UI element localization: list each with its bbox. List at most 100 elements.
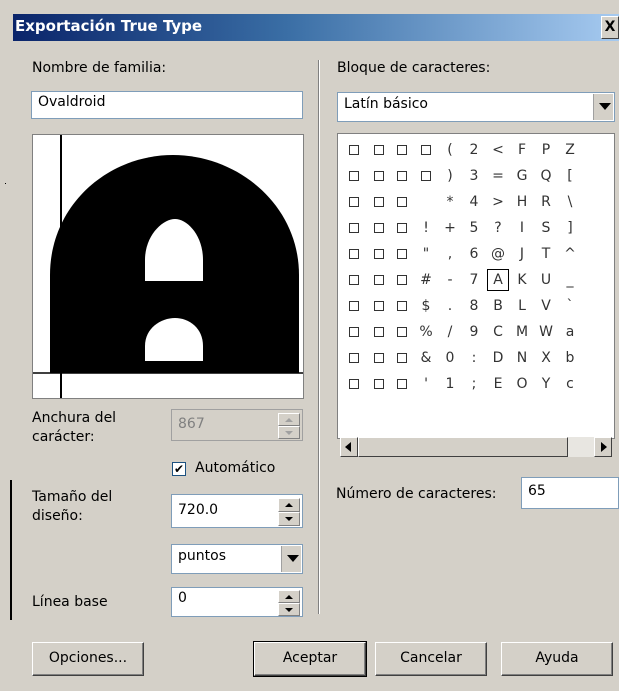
char-cell[interactable]: 3 — [462, 164, 486, 188]
char-cell[interactable] — [367, 242, 391, 266]
char-cell[interactable]: J — [510, 242, 534, 266]
char-cell[interactable]: L — [510, 294, 534, 318]
char-cell[interactable] — [342, 190, 366, 214]
char-cell[interactable]: : — [462, 346, 486, 370]
scroll-left-icon[interactable] — [340, 437, 358, 457]
scrollbar-thumb[interactable] — [358, 437, 568, 457]
char-cell[interactable] — [342, 138, 366, 162]
scroll-right-icon[interactable] — [594, 437, 612, 457]
char-cell[interactable]: % — [414, 320, 438, 344]
char-cell[interactable] — [342, 268, 366, 292]
char-cell[interactable]: # — [414, 268, 438, 292]
char-cell[interactable] — [390, 294, 414, 318]
char-cell[interactable]: * — [438, 190, 462, 214]
char-cell[interactable]: P — [534, 138, 558, 162]
char-cell[interactable]: + — [438, 216, 462, 240]
cancel-button[interactable]: Cancelar — [375, 642, 487, 676]
char-cell[interactable]: 8 — [462, 294, 486, 318]
baseline-spinner[interactable] — [278, 590, 300, 616]
char-cell[interactable]: ? — [486, 216, 510, 240]
char-cell[interactable]: ! — [414, 216, 438, 240]
dropdown-arrow-icon[interactable] — [593, 94, 613, 120]
char-cell[interactable]: H — [510, 190, 534, 214]
char-count-input[interactable]: 65 — [521, 477, 619, 509]
char-cell[interactable] — [342, 164, 366, 188]
char-cell[interactable]: 9 — [462, 320, 486, 344]
family-name-input[interactable]: Ovaldroid — [31, 91, 303, 119]
char-cell[interactable]: 2 — [462, 138, 486, 162]
char-cell[interactable]: I — [510, 216, 534, 240]
char-cell[interactable]: 6 — [462, 242, 486, 266]
char-cell[interactable] — [342, 346, 366, 370]
char-cell[interactable]: @ — [486, 242, 510, 266]
char-cell[interactable]: ; — [462, 372, 486, 396]
char-cell[interactable]: Z — [558, 138, 582, 162]
char-cell[interactable]: b — [558, 346, 582, 370]
char-cell[interactable]: U — [534, 268, 558, 292]
char-cell[interactable]: D — [486, 346, 510, 370]
char-cell[interactable]: O — [510, 372, 534, 396]
char-cell[interactable]: W — [534, 320, 558, 344]
char-cell[interactable]: [ — [558, 164, 582, 188]
dropdown-arrow-icon[interactable] — [281, 546, 301, 572]
char-cell[interactable] — [390, 268, 414, 292]
char-cell[interactable]: < — [486, 138, 510, 162]
char-cell[interactable] — [367, 320, 391, 344]
char-cell[interactable] — [342, 242, 366, 266]
char-cell[interactable]: ) — [438, 164, 462, 188]
char-cell[interactable] — [390, 242, 414, 266]
char-cell[interactable]: " — [414, 242, 438, 266]
char-cell[interactable] — [390, 372, 414, 396]
auto-checkbox[interactable]: ✔ — [172, 462, 186, 476]
char-cell[interactable] — [342, 372, 366, 396]
char-cell[interactable]: Q — [534, 164, 558, 188]
char-cell[interactable]: 4 — [462, 190, 486, 214]
char-cell[interactable]: M — [510, 320, 534, 344]
spin-up-icon[interactable] — [278, 498, 300, 512]
char-cell[interactable]: $ — [414, 294, 438, 318]
char-cell[interactable] — [367, 216, 391, 240]
spin-down-icon[interactable] — [278, 512, 300, 526]
char-cell[interactable]: K — [510, 268, 534, 292]
char-cell[interactable]: / — [438, 320, 462, 344]
char-cell[interactable]: a — [558, 320, 582, 344]
char-width-spinner[interactable] — [278, 413, 300, 439]
spin-up-icon[interactable] — [278, 590, 300, 603]
char-cell[interactable]: 0 — [438, 346, 462, 370]
ok-button[interactable]: Aceptar — [253, 641, 367, 677]
char-cell[interactable] — [367, 138, 391, 162]
char-cell[interactable] — [414, 190, 438, 214]
char-cell[interactable]: \ — [558, 190, 582, 214]
char-cell[interactable] — [342, 216, 366, 240]
char-cell[interactable] — [342, 294, 366, 318]
units-select[interactable]: puntos — [171, 544, 303, 574]
char-cell[interactable]: , — [438, 242, 462, 266]
char-cell[interactable]: F — [510, 138, 534, 162]
char-cell[interactable]: ^ — [558, 242, 582, 266]
char-cell[interactable]: ` — [558, 294, 582, 318]
char-cell[interactable]: ( — [438, 138, 462, 162]
char-cell[interactable]: B — [486, 294, 510, 318]
char-cell[interactable] — [342, 320, 366, 344]
char-cell[interactable]: R — [534, 190, 558, 214]
char-cell[interactable]: > — [486, 190, 510, 214]
char-cell[interactable] — [414, 138, 438, 162]
char-cell[interactable]: V — [534, 294, 558, 318]
char-cell[interactable]: ' — [414, 372, 438, 396]
char-cell[interactable] — [367, 268, 391, 292]
char-cell[interactable] — [390, 164, 414, 188]
design-size-spinner[interactable] — [278, 498, 300, 526]
character-grid[interactable]: ! " # $% & ' () * +, -./0 1 2 3 4 5 6 7 8 9:; < = >? @ A B C D E F G H… — [337, 133, 615, 439]
char-cell[interactable]: G — [510, 164, 534, 188]
char-cell[interactable] — [367, 372, 391, 396]
char-cell[interactable]: Y — [534, 372, 558, 396]
char-cell[interactable] — [367, 346, 391, 370]
spin-down-icon[interactable] — [278, 426, 300, 439]
char-cell[interactable]: 5 — [462, 216, 486, 240]
char-cell[interactable]: 7 — [462, 268, 486, 292]
char-cell[interactable] — [390, 346, 414, 370]
char-cell[interactable] — [390, 216, 414, 240]
char-cell[interactable]: . — [438, 294, 462, 318]
char-cell[interactable] — [390, 190, 414, 214]
grid-horizontal-scrollbar[interactable] — [340, 437, 612, 457]
